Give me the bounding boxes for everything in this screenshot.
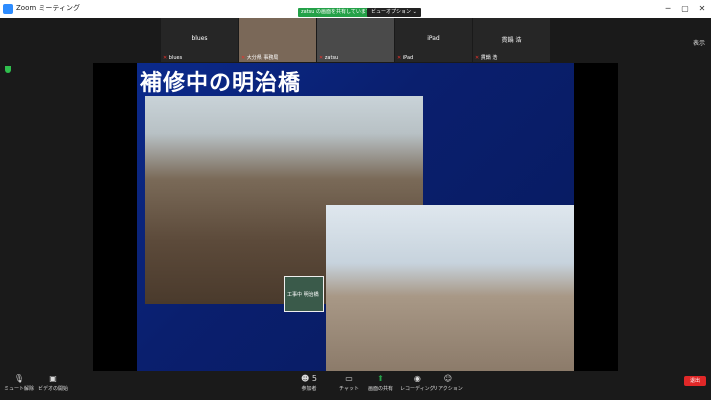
mic-muted-icon: ✕ (475, 55, 480, 61)
window-title: Zoom ミーティング (16, 4, 80, 12)
participants-button[interactable]: ☻ 5 参加者 (301, 374, 317, 392)
record-button[interactable]: ◉ レコーディング (400, 374, 435, 392)
participant-tag: ✕ 大分県 事務局 (241, 55, 279, 61)
view-button[interactable]: 表示 (693, 38, 705, 47)
meeting-toolbar: 🎙 ミュート解除 ▣ ビデオの開始 ☻ 5 参加者 ▭ チャット ⬆ 画面の共有 ◉ レコー… (0, 371, 711, 400)
video-camera-icon: ▣ (49, 374, 57, 383)
chat-icon: ▭ (345, 374, 353, 383)
minimize-icon[interactable]: ─ (661, 3, 675, 15)
record-icon: ◉ (413, 374, 421, 383)
shared-screen: 補修中の明治橋 工事中 明治橋 (93, 63, 618, 371)
security-shield-icon (5, 66, 11, 73)
mute-button[interactable]: 🎙 ミュート解除 (4, 374, 34, 392)
participant-strip: blues ✕ blues ✕ 大分県 事務局 ✕ zatsu iPad ✕ i… (0, 18, 711, 62)
maximize-icon[interactable]: ▢ (678, 3, 692, 15)
share-screen-icon: ⬆ (377, 374, 384, 383)
participant-tile[interactable]: blues ✕ blues (161, 18, 238, 62)
participant-tile[interactable]: iPad ✕ iPad (395, 18, 472, 62)
reaction-icon: ☺ (443, 374, 453, 383)
participant-tag: ✕ 貫鍋 浩 (475, 55, 498, 61)
chat-button[interactable]: ▭ チャット (339, 374, 359, 392)
microphone-icon: 🎙 (13, 374, 25, 383)
participant-name: blues (191, 35, 208, 42)
start-video-button[interactable]: ▣ ビデオの開始 (38, 374, 68, 392)
share-notice: zatsu の画面を共有しています (298, 8, 374, 17)
title-bar: Zoom ミーティング zatsu の画面を共有しています ビューオプション ⌄… (0, 0, 711, 18)
construction-sign: 工事中 明治橋 (284, 276, 324, 312)
reactions-button[interactable]: ☺ リアクション (433, 374, 463, 392)
slide: 補修中の明治橋 工事中 明治橋 (137, 63, 574, 371)
bridge-photo (326, 205, 574, 371)
close-icon[interactable]: ✕ (695, 3, 709, 15)
participants-icon: ☻ 5 (301, 374, 317, 383)
mic-muted-icon: ✕ (397, 55, 402, 61)
mic-muted-icon: ✕ (319, 55, 324, 61)
participant-tile[interactable]: ✕ 大分県 事務局 (239, 18, 316, 62)
leave-button[interactable]: 退出 (684, 376, 706, 386)
view-options-button[interactable]: ビューオプション ⌄ (367, 8, 421, 17)
participant-tag: ✕ blues (163, 55, 183, 61)
mic-muted-icon: ✕ (163, 55, 168, 61)
participant-name: iPad (427, 35, 440, 42)
participant-tile[interactable]: ✕ zatsu (317, 18, 394, 62)
sign-text: 工事中 明治橋 (287, 292, 319, 298)
participant-name: 貫鍋 浩 (501, 37, 522, 44)
share-screen-button[interactable]: ⬆ 画面の共有 (368, 374, 393, 392)
participant-tag: ✕ iPad (397, 55, 414, 61)
slide-title: 補修中の明治橋 (140, 71, 302, 96)
mic-muted-icon: ✕ (241, 55, 246, 61)
zoom-icon (3, 4, 13, 14)
participant-tag: ✕ zatsu (319, 55, 339, 61)
participant-tile[interactable]: 貫鍋 浩 ✕ 貫鍋 浩 (473, 18, 550, 62)
